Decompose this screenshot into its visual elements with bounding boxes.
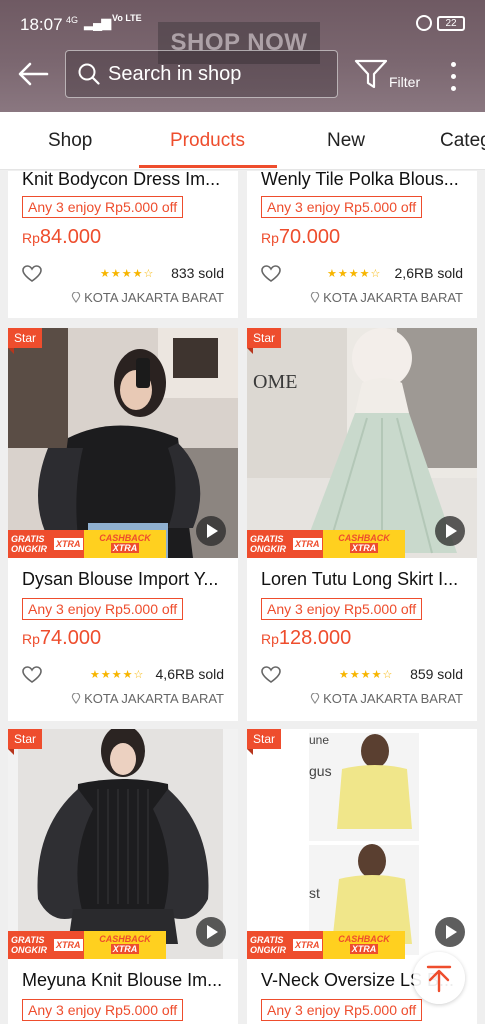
free-shipping-cashback-label: GRATIS ONGKIR XTRA CASHBACK XTRA — [8, 931, 166, 959]
tab-categories[interactable]: Categ — [440, 130, 485, 152]
play-video-icon[interactable] — [196, 917, 226, 947]
image-text: gus — [309, 763, 332, 779]
arrow-up-icon — [426, 965, 452, 993]
promo-tag: Any 3 enjoy Rp5.000 off — [261, 196, 423, 218]
star-rating: ★★★★☆ — [339, 669, 394, 681]
product-card[interactable]: Star GRATIS ONGKIR XTRA CASHBACK XTRA Meyu… — [8, 729, 238, 1024]
product-card[interactable]: Star GRATIS ONGKIR XTRA CASHBACK XTRA Dysa… — [8, 328, 238, 721]
product-card[interactable]: OME Star GRATIS ONGKIR XTRA CASHBACK XTRA … — [247, 328, 477, 721]
location-pin-icon — [71, 693, 81, 704]
promo-tag: Any 3 enjoy Rp5.000 off — [22, 196, 184, 218]
location-pin-icon — [71, 292, 81, 303]
arrow-left-icon — [18, 62, 49, 86]
image-text: une — [309, 733, 330, 747]
tab-new[interactable]: New — [327, 130, 365, 152]
back-to-top-button[interactable] — [413, 952, 465, 1004]
svg-text:OME: OME — [253, 371, 297, 393]
star-rating: ★★★★☆ — [90, 669, 145, 681]
sold-count: 4,6RB sold — [155, 666, 224, 682]
heart-icon[interactable] — [22, 666, 42, 684]
shop-header: SHOP NOW 18:07 4G ▂▄▆ Vo LTE 22 Search i… — [0, 0, 485, 112]
search-placeholder: Search in shop — [108, 62, 242, 85]
promo-tag: Any 3 enjoy Rp5.000 off — [261, 999, 423, 1021]
location-pin-icon — [310, 292, 320, 303]
search-input[interactable]: Search in shop — [65, 50, 338, 98]
product-name: Meyuna Knit Blouse Im... — [22, 970, 223, 990]
promo-tag: Any 3 enjoy Rp5.000 off — [261, 598, 423, 620]
seller-location: KOTA JAKARTA BARAT — [310, 290, 463, 305]
sold-count: 2,6RB sold — [394, 265, 463, 281]
image-text: st — [309, 885, 320, 901]
product-name: Knit Bodycon Dress Im... — [22, 171, 221, 189]
promo-tag: Any 3 enjoy Rp5.000 off — [22, 598, 184, 620]
back-button[interactable] — [14, 55, 52, 93]
product-name: Loren Tutu Long Skirt I... — [261, 569, 459, 589]
seller-location: KOTA JAKARTA BARAT — [71, 691, 224, 706]
promo-tag: Any 3 enjoy Rp5.000 off — [22, 999, 184, 1021]
star-seller-badge: Star — [8, 328, 43, 354]
product-price: Rp128.000 — [261, 627, 352, 649]
vertical-dots-icon — [450, 61, 456, 67]
sold-count: 833 sold — [171, 265, 224, 281]
star-rating: ★★★★☆ — [100, 268, 155, 280]
funnel-icon — [354, 59, 388, 89]
heart-icon[interactable] — [22, 265, 42, 283]
location-pin-icon — [310, 693, 320, 704]
product-card[interactable]: Wenly Tile Polka Blous... Any 3 enjoy Rp… — [247, 171, 477, 318]
heart-icon[interactable] — [261, 666, 281, 684]
star-seller-badge: Star — [247, 328, 282, 354]
signal-icon: ▂▄▆ — [84, 15, 111, 30]
product-price: Rp74.000 — [22, 627, 102, 649]
sold-count: 859 sold — [410, 666, 463, 682]
free-shipping-cashback-label: GRATIS ONGKIR XTRA CASHBACK XTRA — [247, 931, 405, 959]
product-card[interactable]: Knit Bodycon Dress Im... Any 3 enjoy Rp5… — [8, 171, 238, 318]
play-video-icon[interactable] — [435, 917, 465, 947]
network-type: 4G — [66, 15, 79, 25]
search-icon — [78, 63, 100, 85]
product-price: Rp84.000 — [22, 226, 102, 248]
product-grid: Knit Bodycon Dress Im... Any 3 enjoy Rp5… — [0, 171, 485, 1024]
product-price: Rp70.000 — [261, 226, 341, 248]
free-shipping-cashback-label: GRATIS ONGKIR XTRA CASHBACK XTRA — [247, 530, 405, 558]
seller-location: KOTA JAKARTA BARAT — [310, 691, 463, 706]
tab-products[interactable]: Products — [170, 130, 245, 152]
shop-tabs: Shop Products New Categ — [0, 112, 485, 170]
heart-icon[interactable] — [261, 265, 281, 283]
play-video-icon[interactable] — [196, 516, 226, 546]
status-bar: 18:07 4G ▂▄▆ Vo LTE 22 — [0, 0, 485, 48]
filter-label: Filter — [389, 74, 421, 90]
rotation-lock-icon — [416, 15, 432, 31]
battery-icon: 22 — [437, 16, 465, 31]
seller-location: KOTA JAKARTA BARAT — [71, 290, 224, 305]
star-seller-badge: Star — [8, 729, 43, 755]
tab-shop[interactable]: Shop — [48, 130, 92, 152]
active-tab-indicator — [139, 165, 277, 168]
filter-button[interactable]: Filter — [354, 56, 424, 96]
star-rating: ★★★★☆ — [327, 268, 382, 280]
more-options-button[interactable] — [440, 58, 466, 94]
product-name: Wenly Tile Polka Blous... — [261, 171, 459, 189]
product-name: Dysan Blouse Import Y... — [22, 569, 219, 589]
play-video-icon[interactable] — [435, 516, 465, 546]
free-shipping-cashback-label: GRATIS ONGKIR XTRA CASHBACK XTRA — [8, 530, 166, 558]
star-seller-badge: Star — [247, 729, 282, 755]
volte-indicator: Vo LTE — [112, 13, 142, 23]
status-time: 18:07 — [20, 15, 63, 34]
